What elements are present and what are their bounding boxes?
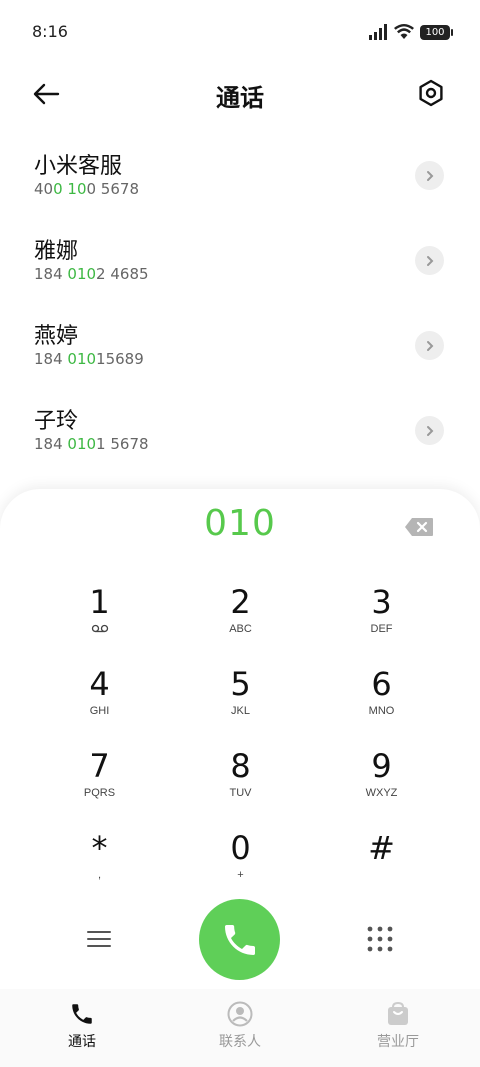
key-letters: PQRS: [83, 787, 116, 799]
key-3[interactable]: 3 DEF: [311, 579, 452, 661]
hamburger-icon: [87, 931, 111, 947]
contact-name: 燕婷: [34, 324, 79, 349]
contact-row[interactable]: 子玲 184 0101 5678: [0, 395, 480, 480]
tab-label: 营业厅: [377, 1034, 419, 1050]
dialer-panel: 010 1 2 ABC 3 DEF 4 GHI 5 JKL 6 MNO 7 PQ…: [0, 489, 480, 989]
contact-row[interactable]: 雅娜 184 0102 4685: [0, 225, 480, 310]
chevron-right-icon: [426, 170, 433, 181]
key-5[interactable]: 5 JKL: [170, 661, 311, 743]
signal-icon: [369, 24, 387, 40]
header: 通话: [0, 66, 480, 122]
dialpad-icon: [367, 926, 393, 952]
status-icons: 100: [368, 24, 453, 40]
contact-row[interactable]: 小米客服 400 100 5678: [0, 140, 480, 225]
contact-number: 184 0101 5678: [34, 435, 149, 453]
key-4[interactable]: 4 GHI: [29, 661, 170, 743]
keypad-toggle-button[interactable]: [366, 925, 394, 953]
tab-label: 通话: [68, 1034, 96, 1050]
key-hash[interactable]: #: [311, 825, 452, 907]
battery-icon: 100: [420, 24, 453, 40]
contact-name: 子玲: [34, 409, 79, 434]
person-icon: [227, 1001, 253, 1027]
phone-icon: [224, 924, 255, 955]
key-2[interactable]: 2 ABC: [170, 579, 311, 661]
key-letters: GHI: [89, 705, 110, 717]
tab-label: 联系人: [219, 1034, 261, 1050]
bag-icon: [388, 1001, 408, 1025]
chevron-right-icon: [426, 255, 433, 266]
contact-name: 小米客服: [34, 154, 123, 179]
chevron-right-icon: [426, 340, 433, 351]
dial-actions: [0, 899, 480, 980]
key-digit: 2: [230, 583, 251, 621]
key-digit: 4: [89, 665, 110, 703]
backspace-button[interactable]: [404, 517, 434, 537]
key-6[interactable]: 6 MNO: [311, 661, 452, 743]
contact-detail-button[interactable]: [415, 331, 444, 360]
contact-number: 184 0102 4685: [34, 265, 149, 283]
contact-name: 雅娜: [34, 239, 79, 264]
key-letters: ,: [97, 869, 102, 881]
key-digit: 0: [230, 829, 251, 867]
key-9[interactable]: 9 WXYZ: [311, 743, 452, 825]
key-letters: ABC: [229, 623, 252, 635]
key-letters: MNO: [368, 705, 395, 717]
key-digit: 6: [371, 665, 392, 703]
keypad: 1 2 ABC 3 DEF 4 GHI 5 JKL 6 MNO 7 PQRS 8…: [29, 579, 451, 907]
page-title: 通话: [216, 84, 264, 112]
key-8[interactable]: 8 TUV: [170, 743, 311, 825]
key-letters: DEF: [370, 623, 393, 635]
phone-icon: [72, 1004, 92, 1024]
contact-number: 400 100 5678: [34, 180, 139, 198]
contact-row[interactable]: 燕婷 184 01015689: [0, 310, 480, 395]
tab-calls[interactable]: 通话: [32, 1001, 132, 1051]
settings-button[interactable]: [416, 78, 448, 110]
contact-detail-button[interactable]: [415, 416, 444, 445]
call-button[interactable]: [199, 899, 280, 980]
key-0[interactable]: 0 +: [170, 825, 311, 907]
chevron-right-icon: [426, 425, 433, 436]
key-digit: *: [91, 829, 108, 867]
key-letters: WXYZ: [365, 787, 398, 799]
tab-service-hall[interactable]: 营业厅: [348, 1001, 448, 1051]
key-digit: 7: [89, 747, 110, 785]
key-digit: 9: [371, 747, 392, 785]
key-digit: #: [368, 829, 395, 867]
gear-icon: [419, 79, 443, 107]
key-7[interactable]: 7 PQRS: [29, 743, 170, 825]
menu-button[interactable]: [86, 927, 112, 951]
bottom-tab-bar: 通话 联系人 营业厅: [0, 989, 480, 1067]
tab-contacts[interactable]: 联系人: [190, 1001, 290, 1051]
contact-detail-button[interactable]: [415, 161, 444, 190]
key-letters: JKL: [231, 705, 250, 717]
status-time: 8:16: [32, 22, 68, 41]
key-digit: 3: [371, 583, 392, 621]
key-digit: 1: [89, 583, 110, 621]
key-letters: TUV: [229, 787, 252, 799]
contact-detail-button[interactable]: [415, 246, 444, 275]
contact-list: 小米客服 400 100 5678 雅娜 184 0102 4685 燕婷 18…: [0, 140, 480, 480]
key-letters: +: [237, 869, 244, 881]
key-digit: 8: [230, 747, 251, 785]
status-bar: 8:16 100: [0, 0, 480, 66]
backspace-icon: [405, 518, 433, 536]
key-digit: 5: [230, 665, 251, 703]
key-star[interactable]: * ,: [29, 825, 170, 907]
voicemail-icon: [91, 624, 108, 633]
key-1[interactable]: 1: [29, 579, 170, 661]
wifi-icon: [394, 24, 414, 39]
contact-number: 184 01015689: [34, 350, 144, 368]
